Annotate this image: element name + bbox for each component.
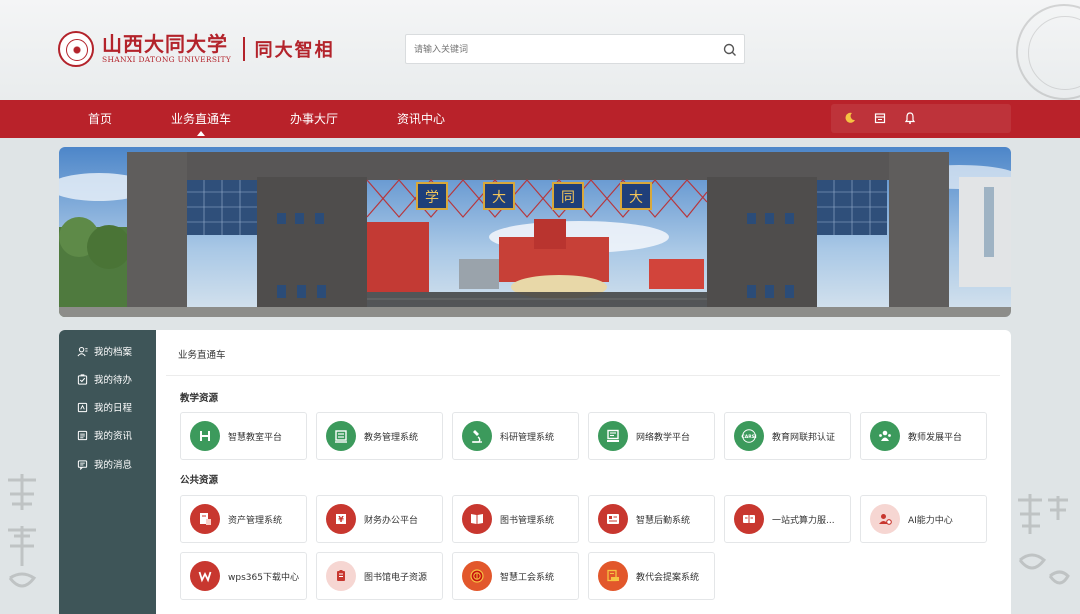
academic-affairs-icon	[326, 421, 356, 451]
app-card-label: 财务办公平台	[364, 515, 419, 526]
main-nav: 首页 业务直通车 办事大厅 资讯中心	[0, 100, 1080, 138]
sidebar-item-label: 我的消息	[94, 460, 133, 471]
app-card-label: 智慧工会系统	[500, 572, 555, 583]
decor-calligraphy-right	[1012, 490, 1072, 614]
union-icon	[462, 561, 492, 591]
section-title-public: 公共资源	[180, 475, 219, 486]
app-card-label: wps365下载中心	[228, 572, 299, 583]
logo-english-name: SHANXI DATONG UNIVERSITY	[102, 55, 232, 64]
panel-title: 业务直通车	[166, 340, 1000, 376]
portal-name: 同大智相	[254, 40, 335, 61]
app-card-label: 教务管理系统	[364, 432, 419, 443]
message-icon	[77, 459, 88, 470]
nav-service-hall[interactable]: 办事大厅	[290, 100, 338, 138]
sidebar-item-label: 我的日程	[94, 403, 133, 414]
app-card-asset[interactable]: 资产管理系统	[180, 495, 307, 543]
teacher-development-icon	[870, 421, 900, 451]
search-box	[405, 34, 745, 64]
app-card-carsi[interactable]: CARSI 教育网联邦认证	[724, 412, 851, 460]
sidebar-item-label: 我的资讯	[94, 431, 133, 442]
nav-business[interactable]: 业务直通车	[171, 100, 231, 138]
search-input[interactable]	[414, 41, 714, 59]
logistics-icon	[598, 504, 628, 534]
campus-gate-image: 学 大 同 大	[59, 147, 1011, 317]
sidebar-item-label: 我的待办	[94, 375, 133, 386]
app-card-label: 教育网联邦认证	[772, 432, 836, 443]
app-card-label: 智慧后勤系统	[636, 515, 691, 526]
logo[interactable]: 山西大同大学 SHANXI DATONG UNIVERSITY 同大智相	[58, 30, 335, 68]
carsi-icon: CARSI	[734, 421, 764, 451]
app-card-label: 教师发展平台	[908, 432, 963, 443]
app-card-label: 科研管理系统	[500, 432, 555, 443]
logo-text: 山西大同大学 SHANXI DATONG UNIVERSITY	[102, 33, 231, 65]
app-card-union[interactable]: 智慧工会系统	[452, 552, 579, 600]
sidebar: 我的档案 我的待办 我的日程 我的资讯 我的消息	[59, 330, 156, 614]
gate-char-2: 大	[492, 190, 506, 206]
app-card-label: 网络教学平台	[636, 432, 691, 443]
search-icon[interactable]	[722, 42, 738, 58]
app-card-label: 一站式算力服...	[772, 515, 835, 526]
finance-icon: ¥	[326, 504, 356, 534]
schedule-icon	[77, 402, 88, 412]
todo-icon	[77, 373, 88, 385]
online-teaching-icon	[598, 421, 628, 451]
sidebar-item-schedule[interactable]: 我的日程	[77, 399, 132, 415]
library-resource-icon	[326, 561, 356, 591]
sidebar-item-todo[interactable]: 我的待办	[77, 371, 132, 387]
svg-text:CARSI: CARSI	[741, 434, 756, 440]
hero-banner: 学 大 同 大	[59, 147, 1011, 317]
app-card-label: AI能力中心	[908, 515, 953, 526]
proposal-icon	[598, 561, 628, 591]
app-card-wps[interactable]: wps365下载中心	[180, 552, 307, 600]
app-card-logistics[interactable]: 智慧后勤系统	[588, 495, 715, 543]
svg-text:¥: ¥	[338, 515, 344, 524]
main-panel: 业务直通车 教学资源 智慧教室平台 教务管理系统 科研管理系统 网络教学平台 C…	[156, 330, 1011, 614]
news-icon	[77, 430, 88, 440]
section-title-teaching: 教学资源	[180, 393, 219, 404]
calendar-icon[interactable]	[873, 111, 887, 125]
app-card-library-resources[interactable]: 图书馆电子资源	[316, 552, 443, 600]
logo-divider	[243, 37, 245, 61]
bell-icon[interactable]	[903, 111, 917, 125]
sidebar-item-news[interactable]: 我的资讯	[77, 427, 132, 443]
app-card-computing[interactable]: 一站式算力服...	[724, 495, 851, 543]
gate-char-1: 学	[425, 190, 439, 206]
app-card-finance[interactable]: ¥ 财务办公平台	[316, 495, 443, 543]
asset-icon	[190, 504, 220, 534]
app-card-research[interactable]: 科研管理系统	[452, 412, 579, 460]
moon-icon[interactable]	[843, 111, 857, 125]
app-card-academic-affairs[interactable]: 教务管理系统	[316, 412, 443, 460]
ai-icon	[870, 504, 900, 534]
app-card-online-teaching[interactable]: 网络教学平台	[588, 412, 715, 460]
nav-tools	[831, 104, 1011, 133]
user-profile-icon	[77, 346, 88, 356]
app-card-smart-classroom[interactable]: 智慧教室平台	[180, 412, 307, 460]
app-card-teacher-development[interactable]: 教师发展平台	[860, 412, 987, 460]
gate-char-4: 大	[629, 190, 643, 206]
smart-classroom-icon	[190, 421, 220, 451]
gate-char-3: 同	[561, 190, 575, 206]
app-card-proposal[interactable]: 教代会提案系统	[588, 552, 715, 600]
sidebar-item-label: 我的档案	[94, 347, 133, 358]
header: 山西大同大学 SHANXI DATONG UNIVERSITY 同大智相	[0, 0, 1080, 100]
sidebar-item-profile[interactable]: 我的档案	[77, 343, 132, 359]
app-card-label: 图书馆电子资源	[364, 572, 428, 583]
app-card-label: 图书管理系统	[500, 515, 555, 526]
app-card-ai[interactable]: AI能力中心	[860, 495, 987, 543]
computing-icon	[734, 504, 764, 534]
app-card-label: 教代会提案系统	[636, 572, 700, 583]
watermark-seal-icon	[1016, 4, 1080, 100]
decor-calligraphy-left	[0, 470, 44, 610]
app-card-label: 资产管理系统	[228, 515, 283, 526]
microscope-icon	[462, 421, 492, 451]
app-card-label: 智慧教室平台	[228, 432, 283, 443]
sidebar-item-messages[interactable]: 我的消息	[77, 456, 132, 472]
nav-news-center[interactable]: 资讯中心	[397, 100, 445, 138]
app-card-library[interactable]: 图书管理系统	[452, 495, 579, 543]
book-icon	[462, 504, 492, 534]
university-seal-icon	[58, 31, 94, 67]
logo-chinese-name: 山西大同大学	[102, 32, 228, 56]
wps-icon	[190, 561, 220, 591]
nav-home[interactable]: 首页	[88, 100, 112, 138]
